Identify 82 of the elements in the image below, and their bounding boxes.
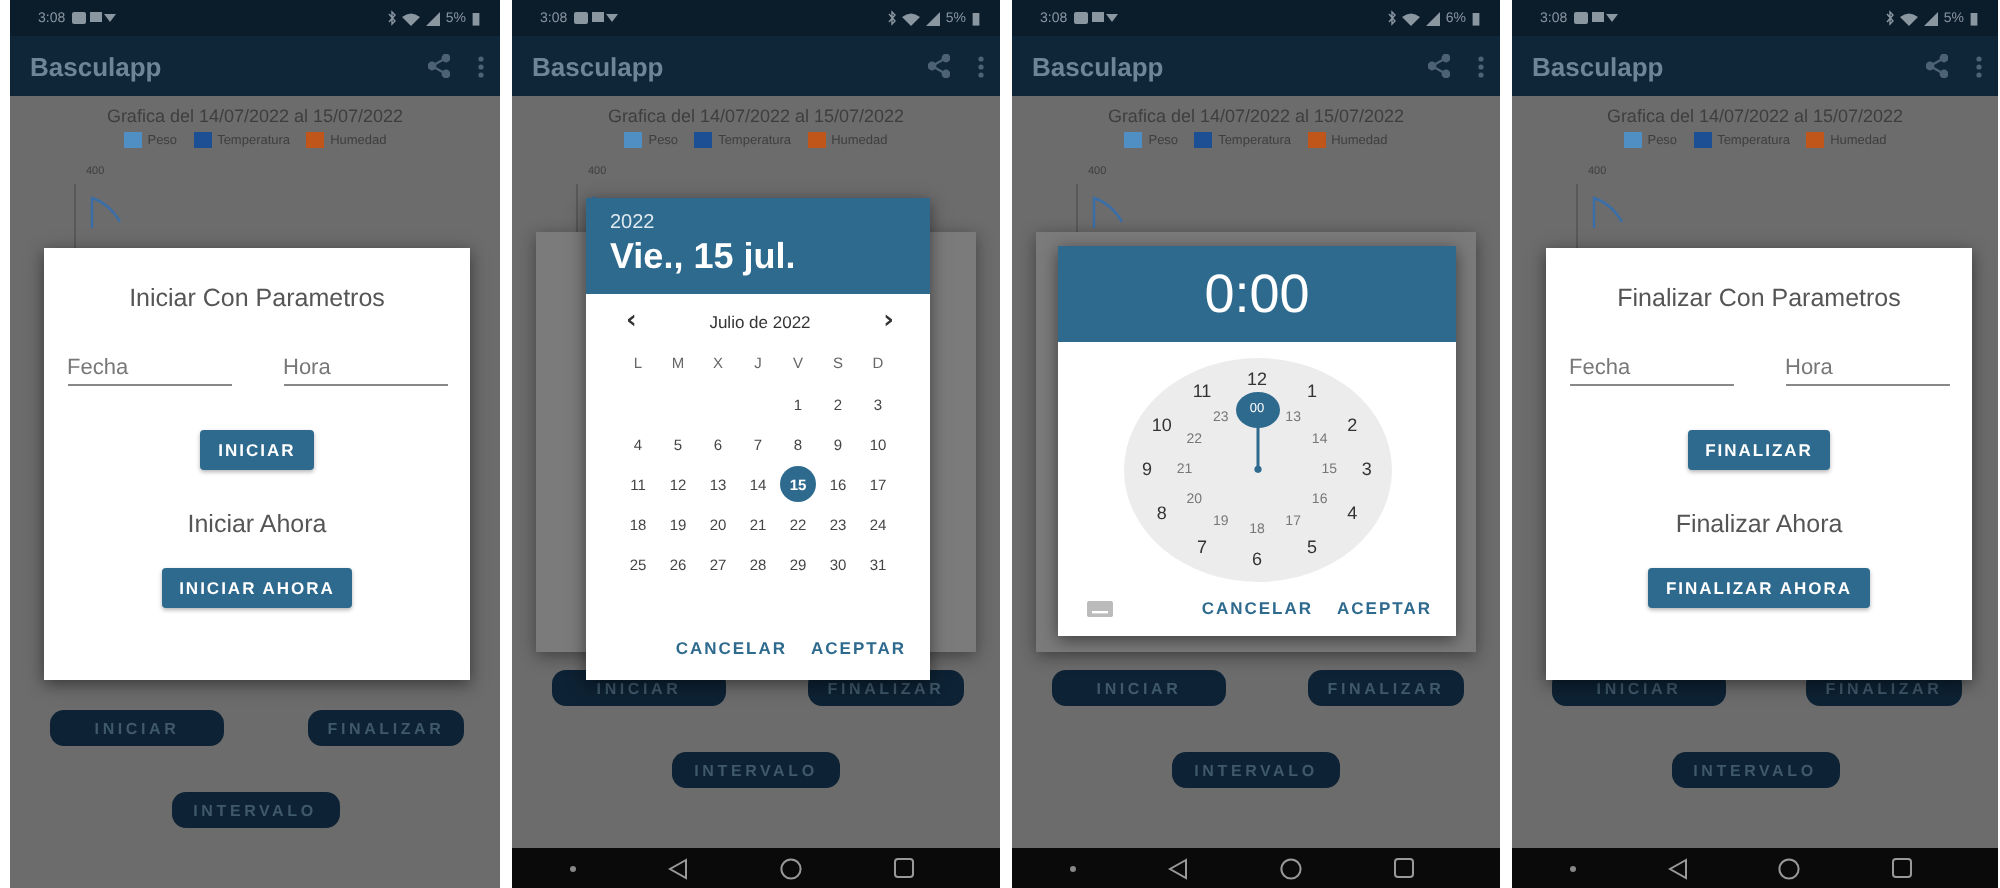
signal-icon [925, 11, 940, 25]
signal-icon [1425, 11, 1440, 25]
bluetooth-icon [887, 10, 896, 26]
home-icon [780, 857, 802, 879]
previous-month-button[interactable]: ‹ [622, 308, 641, 334]
clock-number[interactable]: 11 [1192, 383, 1212, 402]
app-title: Basculapp [30, 51, 164, 81]
battery-icon [472, 11, 480, 25]
more-options-icon [478, 55, 484, 77]
dot-icon [1070, 865, 1076, 871]
clock-number[interactable]: 9 [1142, 461, 1153, 479]
clock-number[interactable]: 4 [1347, 505, 1358, 524]
section-label: Finalizar Ahora [1675, 510, 1843, 538]
recent-apps-icon [894, 858, 914, 878]
clock-number[interactable]: 5 [1306, 538, 1317, 557]
dot-icon [1569, 865, 1576, 871]
month-label: Julio de 2022 [709, 311, 811, 331]
section-label: Iniciar Ahora [187, 510, 327, 538]
notification-icons [71, 10, 116, 26]
home-icon [1778, 857, 1801, 879]
start-button[interactable]: INICIAR [200, 430, 314, 470]
battery-icon [1472, 11, 1480, 25]
start-button[interactable]: FINALIZAR [1687, 430, 1831, 470]
signal-icon [425, 11, 440, 25]
notification-icons [1573, 10, 1618, 26]
year-label[interactable]: 2022 [610, 212, 655, 234]
back-icon [1168, 857, 1188, 879]
wifi-icon [401, 11, 420, 25]
more-options-icon [1976, 55, 1982, 77]
clock-number[interactable]: 8 [1156, 505, 1167, 524]
wifi-icon [1401, 11, 1420, 25]
time-display: 0:00 [1204, 263, 1310, 325]
signal-icon [1923, 11, 1938, 25]
clock-number[interactable]: 3 [1361, 461, 1372, 479]
clock-number[interactable]: 12 [1247, 371, 1267, 390]
now-button[interactable]: INICIAR AHORA [161, 568, 353, 608]
next-month-button[interactable]: › [879, 308, 898, 334]
bluetooth-icon [1387, 10, 1396, 26]
keyboard-icon [1086, 599, 1114, 617]
bluetooth-icon [1885, 10, 1894, 26]
share-icon [1926, 54, 1948, 78]
input-field[interactable]: Fecha [1569, 352, 1733, 386]
back-icon [1667, 857, 1688, 879]
clock-number[interactable]: 6 [1252, 550, 1262, 569]
clock-number[interactable]: 2 [1347, 416, 1358, 435]
selected-date: Vie., 15 jul. [610, 236, 796, 278]
wifi-icon [901, 11, 920, 25]
app-title: Basculapp [1532, 51, 1666, 81]
input-field[interactable]: Fecha [67, 352, 231, 386]
dialog-title: Finalizar Con Parametros [1617, 284, 1901, 312]
dialog-action[interactable]: ACEPTAR [1333, 594, 1436, 622]
dialog-action[interactable]: CANCELAR [1197, 594, 1318, 622]
chart-line [90, 196, 122, 228]
battery-icon [1970, 11, 1978, 25]
more-options-icon [978, 55, 984, 77]
now-button[interactable]: FINALIZAR AHORA [1647, 568, 1871, 608]
wifi-icon [1899, 11, 1918, 25]
input-field[interactable]: Hora [1785, 352, 1949, 386]
chart-line [1092, 196, 1124, 228]
dialog-action[interactable]: ACEPTAR [807, 634, 910, 662]
app-title: Basculapp [532, 51, 666, 81]
dialog-action[interactable]: CANCELAR [671, 634, 792, 662]
more-options-icon [1478, 55, 1484, 77]
dot-icon [570, 865, 576, 871]
back-icon [668, 857, 688, 879]
bluetooth-icon [387, 10, 396, 26]
clock-number[interactable]: 7 [1197, 538, 1208, 557]
input-field[interactable]: Hora [283, 352, 447, 386]
dialog-title: Iniciar Con Parametros [129, 284, 385, 312]
share-icon [428, 54, 450, 78]
notification-icons [573, 10, 618, 26]
home-icon [1280, 857, 1302, 879]
recent-apps-icon [1892, 858, 1913, 878]
battery-icon [972, 11, 980, 25]
notification-icons [1073, 10, 1118, 26]
app-title: Basculapp [1032, 51, 1166, 81]
clock-number[interactable]: 10 [1151, 416, 1172, 435]
clock-number[interactable]: 1 [1306, 383, 1317, 402]
recent-apps-icon [1394, 858, 1414, 878]
chart-line [1592, 196, 1624, 228]
share-icon [928, 54, 950, 78]
share-icon [1428, 54, 1450, 78]
